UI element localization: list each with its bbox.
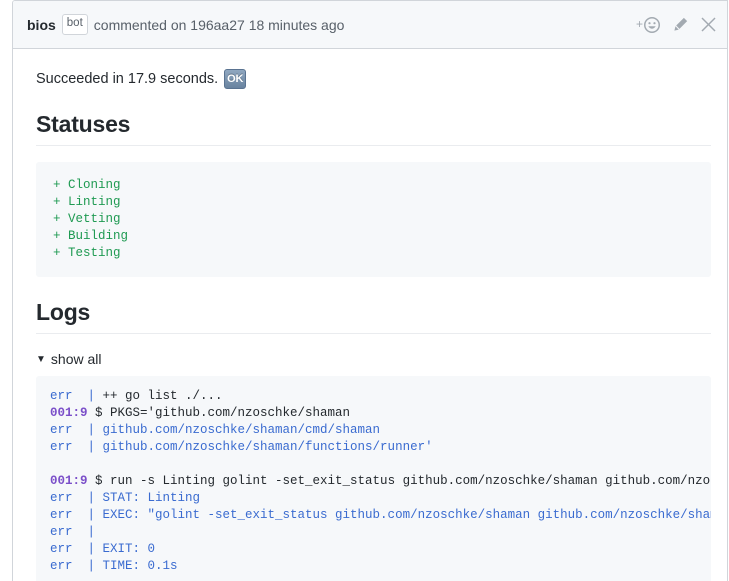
- status-line: + Vetting: [53, 212, 121, 226]
- log-line: err | EXIT: 0: [50, 541, 697, 558]
- log-line: err | TIME: 0.1s: [50, 558, 697, 575]
- show-all-toggle[interactable]: ▼ show all: [36, 351, 102, 367]
- log-line-text: ++ go list ./...: [102, 389, 223, 403]
- edit-pencil-icon[interactable]: [673, 17, 688, 32]
- build-result: Succeeded in 17.9 seconds. OK: [36, 69, 711, 89]
- statuses-heading: Statuses: [36, 111, 711, 146]
- log-line: err | github.com/nzoschke/shaman/functio…: [50, 439, 697, 456]
- log-line: err | ++ go list ./...: [50, 388, 697, 405]
- log-line: err | STAT: Linting: [50, 490, 697, 507]
- build-result-text: Succeeded in 17.9 seconds.: [36, 71, 219, 87]
- commit-hash-link[interactable]: 196aa27: [190, 17, 245, 33]
- comment-actions: +: [636, 16, 716, 33]
- log-line: 001:9 $ PKGS='github.com/nzoschke/shaman: [50, 405, 697, 422]
- log-line-text: github.com/nzoschke/shaman/cmd/shaman: [102, 423, 381, 437]
- log-line-text: [103, 525, 111, 539]
- log-line-text: github.com/nzoschke/shaman/functions/run…: [102, 440, 433, 454]
- log-line-prefix: err |: [50, 525, 103, 539]
- statuses-codeblock: + Cloning + Linting + Vetting + Building + T…: [36, 162, 711, 277]
- plus-glyph: +: [636, 16, 644, 31]
- comment-author[interactable]: bios: [27, 17, 56, 33]
- logs-codeblock[interactable]: err | ++ go list ./... 001:9 $ PKGS='gith…: [36, 376, 711, 581]
- log-line-prefix: 001:9: [50, 474, 96, 488]
- status-line: + Cloning: [53, 178, 121, 192]
- show-all-label: show all: [50, 351, 102, 367]
- log-line-text: TIME: 0.1s: [102, 559, 178, 573]
- chevron-down-icon: ▼: [36, 353, 46, 365]
- log-line-text: EXIT: 0: [102, 542, 156, 556]
- comment-timestamp[interactable]: 18 minutes ago: [249, 17, 345, 33]
- log-line-prefix: err |: [50, 542, 103, 556]
- log-line-text: $ run -s Linting golint -set_exit_status…: [95, 474, 711, 488]
- log-line-prefix: err |: [50, 423, 103, 437]
- comment-container: bios bot commented on 196aa27 18 minutes…: [12, 0, 728, 581]
- log-line: err |: [50, 524, 697, 541]
- log-line-text: [50, 457, 58, 471]
- status-line: + Linting: [53, 195, 121, 209]
- logs-heading: Logs: [36, 299, 711, 334]
- add-reaction-icon[interactable]: +: [636, 16, 660, 33]
- log-line-text: STAT: Linting: [102, 491, 201, 505]
- log-line-prefix: err |: [50, 389, 103, 403]
- status-line: + Testing: [53, 246, 121, 260]
- comment-body: Succeeded in 17.9 seconds. OK Statuses +…: [13, 49, 727, 581]
- log-line-prefix: err |: [50, 508, 103, 522]
- comment-caret: [12, 18, 13, 34]
- status-badge[interactable]: OK: [224, 69, 247, 89]
- log-line-prefix: err |: [50, 491, 103, 505]
- log-line-text: $ PKGS='github.com/nzoschke/shaman: [95, 406, 351, 420]
- bot-badge: bot: [61, 14, 88, 35]
- close-icon[interactable]: [701, 17, 716, 32]
- log-line-prefix: 001:9: [50, 406, 96, 420]
- comment-header: bios bot commented on 196aa27 18 minutes…: [13, 1, 727, 49]
- comment-meta: commented on 196aa27 18 minutes ago: [94, 17, 345, 33]
- status-line: + Building: [53, 229, 129, 243]
- log-line: err | github.com/nzoschke/shaman/cmd/sha…: [50, 422, 697, 439]
- log-line: 001:9 $ run -s Linting golint -set_exit_…: [50, 473, 711, 490]
- log-line: [50, 456, 697, 473]
- log-line-prefix: err |: [50, 559, 103, 573]
- comment-meta-prefix: commented on: [93, 16, 187, 33]
- log-line: err | EXEC: "golint -set_exit_status git…: [50, 507, 711, 524]
- log-line-text: EXEC: "golint -set_exit_status github.co…: [102, 508, 711, 522]
- log-line-prefix: err |: [50, 440, 103, 454]
